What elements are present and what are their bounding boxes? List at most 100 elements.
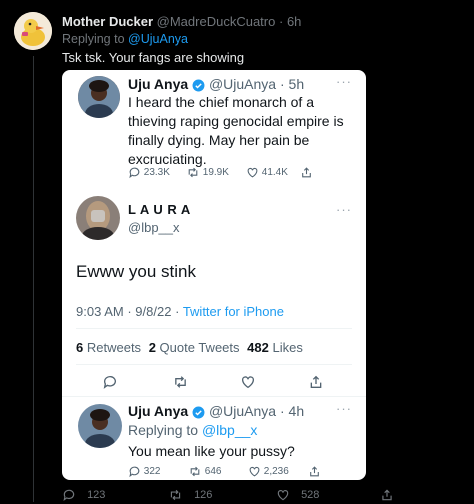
tweet-header: Mother Ducker @MadreDuckCuatro · 6h [62, 14, 301, 29]
retweet-button[interactable]: 19.9K [186, 166, 229, 179]
share-button[interactable] [300, 166, 313, 179]
person-avatar-icon [76, 196, 120, 240]
replying-label: Replying to [128, 422, 199, 438]
duck-avatar-icon [14, 12, 52, 50]
like-icon [247, 167, 258, 178]
retweet-button[interactable]: 126 [168, 488, 212, 502]
divider [76, 328, 352, 329]
tweet-text-line: I heard the chief monarch of a [128, 94, 314, 110]
avatar[interactable] [78, 76, 120, 118]
dot-separator: · [278, 14, 284, 29]
like-button[interactable] [240, 374, 256, 395]
tweet-text: Tsk tsk. Your fangs are showing [62, 50, 245, 65]
like-button[interactable]: 2,236 [248, 465, 289, 478]
divider [76, 364, 352, 365]
replying-to: Replying to @UjuAnya [62, 32, 188, 46]
author-handle[interactable]: @MadreDuckCuatro [157, 14, 276, 29]
avatar[interactable] [76, 196, 120, 240]
engagement-stats: 6 Retweets 2 Quote Tweets 482 Likes [76, 340, 303, 355]
reply-button[interactable] [102, 374, 118, 395]
replying-mention[interactable]: @UjuAnya [128, 32, 188, 46]
like-button[interactable]: 528 [276, 488, 319, 502]
tweet-time[interactable]: 5h [289, 76, 305, 92]
share-button[interactable] [308, 465, 321, 478]
share-icon [302, 167, 311, 178]
share-icon [382, 489, 392, 501]
dot-separator: · [279, 403, 285, 419]
retweet-button[interactable]: 646 [188, 465, 221, 478]
replying-mention[interactable]: @lbp__x [202, 422, 257, 438]
tweet-date[interactable]: 9/8/22 [135, 304, 171, 319]
like-icon [277, 490, 289, 501]
more-icon[interactable]: ··· [336, 74, 352, 89]
author-handle[interactable]: @lbp__x [128, 220, 180, 235]
author-handle[interactable]: @UjuAnya [209, 76, 276, 92]
retweets-label: Retweets [86, 340, 142, 355]
likes-count: 482 [247, 340, 269, 355]
avatar[interactable] [78, 404, 122, 448]
thread-line [33, 56, 34, 502]
retweet-button[interactable] [172, 374, 189, 395]
reply-button[interactable]: 123 [62, 488, 105, 502]
tweet-actions [102, 374, 342, 392]
quotes-count: 2 [148, 340, 156, 355]
author-name[interactable]: Uju Anya [128, 403, 188, 419]
share-icon [310, 375, 322, 388]
tweet-actions: 123 126 528 [62, 486, 462, 504]
reply-count: 123 [87, 488, 106, 501]
tweet-timestamp: 9:03 AM · 9/8/22 · Twitter for iPhone [76, 304, 284, 319]
tweet-header: Uju Anya @UjuAnya · 4h [128, 403, 304, 419]
tweet-time[interactable]: 9:03 AM [76, 304, 124, 319]
verified-icon [192, 79, 205, 92]
tweet-time[interactable]: 6h [287, 14, 301, 29]
likes-stat[interactable]: 482 Likes [247, 340, 303, 355]
retweet-icon [170, 489, 181, 501]
share-icon [310, 466, 319, 477]
author-name[interactable]: L A U R A [128, 202, 191, 217]
retweet-count: 19.9K [202, 167, 229, 179]
retweet-icon [175, 376, 186, 388]
share-button[interactable] [308, 374, 324, 395]
like-count: 528 [301, 488, 320, 501]
retweet-count: 126 [194, 488, 213, 501]
share-button[interactable] [380, 488, 394, 502]
retweets-stat[interactable]: 6 Retweets [76, 340, 141, 355]
tweet-text-line: thieving raping genocidal empire is [128, 113, 344, 129]
author-name[interactable]: Mother Ducker [62, 14, 153, 29]
like-count: 2,236 [263, 466, 289, 478]
divider [62, 396, 366, 397]
verified-icon [192, 406, 205, 419]
reply-button[interactable]: 322 [128, 465, 160, 478]
author-name[interactable]: Uju Anya [128, 76, 188, 92]
dot-separator: · [279, 76, 285, 92]
quotes-label: Quote Tweets [159, 340, 240, 355]
reply-icon [103, 376, 116, 389]
tweet-text: You mean like your pussy? [128, 443, 295, 459]
more-icon[interactable]: ··· [336, 202, 352, 217]
person-avatar-icon [78, 404, 122, 448]
attached-image[interactable]: Uju Anya @UjuAnya · 5h ··· I heard the c… [62, 70, 366, 480]
tweet-text: I heard the chief monarch of a thieving … [128, 93, 344, 169]
tweet-text: Ewww you stink [76, 262, 196, 281]
replying-label: Replying to [62, 32, 125, 46]
reply-button[interactable]: 23.3K [128, 166, 170, 179]
like-button[interactable]: 41.4K [246, 166, 288, 179]
likes-label: Likes [272, 340, 303, 355]
replying-to: Replying to @lbp__x [128, 422, 257, 438]
quotes-stat[interactable]: 2 Quote Tweets [149, 340, 240, 355]
tweet-time[interactable]: 4h [289, 403, 305, 419]
tweet-header: Uju Anya @UjuAnya · 5h [128, 76, 304, 92]
reply-count: 322 [143, 466, 161, 478]
tweet-source[interactable]: Twitter for iPhone [183, 304, 284, 319]
reply-icon [129, 167, 140, 179]
like-icon [249, 466, 260, 477]
more-icon[interactable]: ··· [336, 401, 352, 416]
retweet-icon [188, 167, 198, 178]
retweet-count: 646 [204, 466, 222, 478]
avatar[interactable] [14, 12, 52, 50]
person-avatar-icon [78, 76, 120, 118]
reply-count: 23.3K [143, 167, 170, 179]
dot-separator: · [175, 304, 180, 319]
reply-icon [129, 466, 140, 478]
author-handle[interactable]: @UjuAnya [209, 403, 276, 419]
